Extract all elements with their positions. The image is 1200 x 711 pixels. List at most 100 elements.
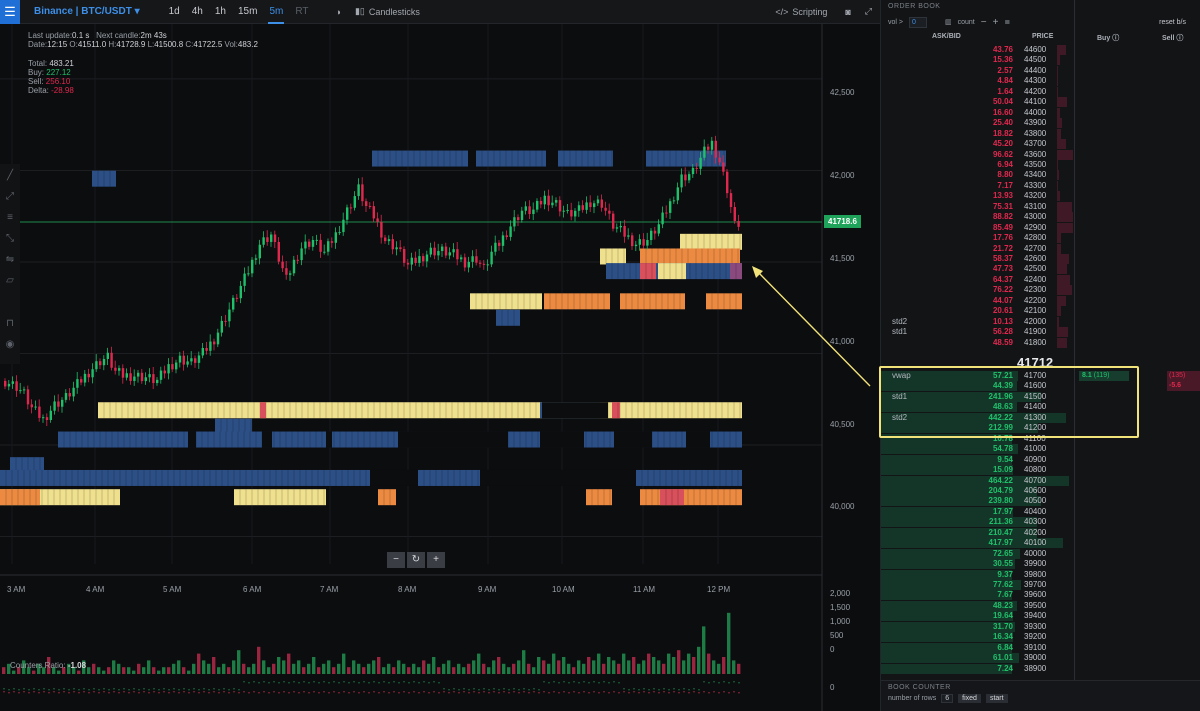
order-book-row[interactable]: 88.82 43000 <box>881 212 1200 223</box>
counter-dot-down <box>58 692 60 694</box>
lock-icon[interactable]: ⊓ <box>4 318 16 330</box>
order-book-row[interactable]: 7.67 39600 <box>881 590 1200 601</box>
order-book-row[interactable]: 85.49 42900 <box>881 222 1200 233</box>
order-book-row[interactable]: 9.37 39800 <box>881 569 1200 580</box>
timeframe-5m[interactable]: 5m <box>268 0 285 24</box>
rows-input[interactable]: 6 <box>941 694 954 703</box>
order-book-row[interactable]: 16.34 39200 <box>881 632 1200 643</box>
order-book-row[interactable]: 25.40 43900 <box>881 118 1200 129</box>
candle-body <box>365 201 368 206</box>
timeframe-15m[interactable]: 15m <box>237 0 258 24</box>
order-book-row[interactable]: 72.65 40000 <box>881 548 1200 559</box>
minus-icon[interactable]: − <box>981 17 987 28</box>
fib-icon[interactable]: ⇋ <box>4 254 16 266</box>
order-book-row[interactable]: 21.72 42700 <box>881 243 1200 254</box>
eye-icon[interactable]: ◉ <box>4 339 16 351</box>
camera-icon[interactable]: ◙ <box>845 7 850 17</box>
order-book-row[interactable]: 48.23 39500 <box>881 600 1200 611</box>
order-book-row[interactable]: 6.94 43500 <box>881 159 1200 170</box>
align-icon[interactable]: ≣ <box>1004 18 1010 26</box>
order-book-row[interactable]: 17.76 42800 <box>881 233 1200 244</box>
order-book-row[interactable]: 19.64 39400 <box>881 611 1200 622</box>
ob-price: 38900 <box>1024 663 1047 673</box>
order-book-row[interactable]: 15.36 44500 <box>881 55 1200 66</box>
symbol-selector[interactable]: Binance | BTC/USDT ▾ <box>34 6 140 17</box>
chart-type-selector[interactable]: ▮▯ Candlesticks <box>355 6 420 17</box>
bar-chart-icon[interactable]: ▥ <box>945 18 952 26</box>
reset-bs-button[interactable]: reset b/s <box>1159 19 1186 26</box>
order-book-row[interactable]: 75.31 43100 <box>881 201 1200 212</box>
volume-bar <box>162 667 166 674</box>
order-book-row[interactable]: 61.01 39000 <box>881 653 1200 664</box>
order-book-row[interactable]: 464.22 40700 <box>881 475 1200 486</box>
timeframe-4h[interactable]: 4h <box>191 0 204 24</box>
order-book-row[interactable]: 48.59 41800 <box>881 337 1200 348</box>
volume-bar <box>302 667 306 674</box>
counter-dot-up <box>18 689 20 691</box>
menu-button[interactable]: ☰ <box>0 0 20 24</box>
order-book-row[interactable]: 1.64 44200 <box>881 86 1200 97</box>
order-book-row[interactable]: 45.20 43700 <box>881 139 1200 150</box>
order-book-row[interactable]: 17.97 40400 <box>881 506 1200 517</box>
order-book-row[interactable]: 10.13 42000 std2 <box>881 316 1200 327</box>
order-book-row[interactable]: 50.04 44100 <box>881 97 1200 108</box>
ray-icon[interactable]: ⤢ <box>4 191 16 203</box>
plus-icon[interactable]: + <box>993 17 999 28</box>
order-book-row[interactable]: 8.80 43400 <box>881 170 1200 181</box>
vol-filter-input[interactable] <box>908 16 927 28</box>
start-button[interactable]: start <box>985 694 1008 703</box>
counter-dot-up <box>313 681 315 683</box>
order-book-row[interactable]: 16.60 44000 <box>881 107 1200 118</box>
close-value: 41722.5 <box>193 40 223 49</box>
candle-body <box>129 373 132 381</box>
zoom-in-button[interactable]: + <box>427 552 445 568</box>
order-book-row[interactable]: 13.93 43200 <box>881 191 1200 202</box>
order-book-row[interactable]: 7.17 43300 <box>881 180 1200 191</box>
trendline-icon[interactable]: ╱ <box>4 170 16 182</box>
order-book-row[interactable]: 30.55 39900 <box>881 559 1200 570</box>
timeframe-1h[interactable]: 1h <box>214 0 227 24</box>
timeframe-1d[interactable]: 1d <box>168 0 181 24</box>
order-book-row[interactable]: 31.70 39300 <box>881 621 1200 632</box>
horizontal-line-icon[interactable]: ≡ <box>4 212 16 224</box>
ruler-icon[interactable]: ▱ <box>4 275 16 287</box>
order-book-row[interactable]: 9.54 40900 <box>881 454 1200 465</box>
order-book-row[interactable]: 77.62 39700 <box>881 580 1200 590</box>
order-book-row[interactable]: 47.73 42500 <box>881 264 1200 275</box>
order-book-row[interactable]: 4.84 44300 <box>881 76 1200 87</box>
counter-dot-up <box>733 681 735 683</box>
order-book-row[interactable]: 56.28 41900 std1 <box>881 327 1200 338</box>
order-book-row[interactable]: 2.57 44400 <box>881 65 1200 76</box>
fixed-button[interactable]: fixed <box>958 694 981 703</box>
visibility-icon[interactable]: ◑ <box>336 7 341 17</box>
order-book-row[interactable]: 76.22 42300 <box>881 285 1200 296</box>
order-book-row[interactable]: 96.62 43600 <box>881 149 1200 160</box>
order-book-row[interactable]: 6.84 39100 <box>881 642 1200 653</box>
zoom-out-button[interactable]: − <box>387 552 405 568</box>
measure-icon[interactable]: ⤡ <box>4 233 16 245</box>
order-book-row[interactable]: 7.24 38900 <box>881 663 1200 674</box>
order-book-row[interactable]: 15.09 40800 <box>881 465 1200 476</box>
candle-body <box>524 206 527 211</box>
order-book-row[interactable]: 210.47 40200 <box>881 527 1200 538</box>
order-book-row[interactable]: 58.37 42600 <box>881 254 1200 264</box>
order-book-row[interactable]: 417.97 40100 <box>881 538 1200 549</box>
order-book-row[interactable]: 43.76 44600 <box>881 45 1200 55</box>
timeframe-rt[interactable]: RT <box>294 0 309 24</box>
count-toggle[interactable]: count <box>958 19 975 26</box>
order-book-row[interactable]: 239.80 40500 <box>881 496 1200 507</box>
liquidity-band <box>378 489 396 506</box>
order-book-row[interactable]: 20.61 42100 <box>881 306 1200 317</box>
order-book-row[interactable]: 211.36 40300 <box>881 517 1200 528</box>
order-book-row[interactable]: 44.07 42200 <box>881 295 1200 306</box>
expand-icon[interactable]: ⤢ <box>865 6 872 17</box>
order-book-row[interactable]: 54.78 41000 <box>881 444 1200 455</box>
order-book-row[interactable]: 64.37 42400 <box>881 274 1200 285</box>
chart-area[interactable]: Last update:0.1 s Next candle:2m 43s Dat… <box>0 24 880 711</box>
price-chart[interactable] <box>0 24 880 711</box>
reset-zoom-button[interactable]: ↻ <box>407 552 425 568</box>
counter-dot-down <box>153 691 155 693</box>
scripting-button[interactable]: </> Scripting <box>775 7 827 17</box>
order-book-row[interactable]: 18.82 43800 <box>881 128 1200 139</box>
order-book-row[interactable]: 204.79 40600 <box>881 485 1200 496</box>
